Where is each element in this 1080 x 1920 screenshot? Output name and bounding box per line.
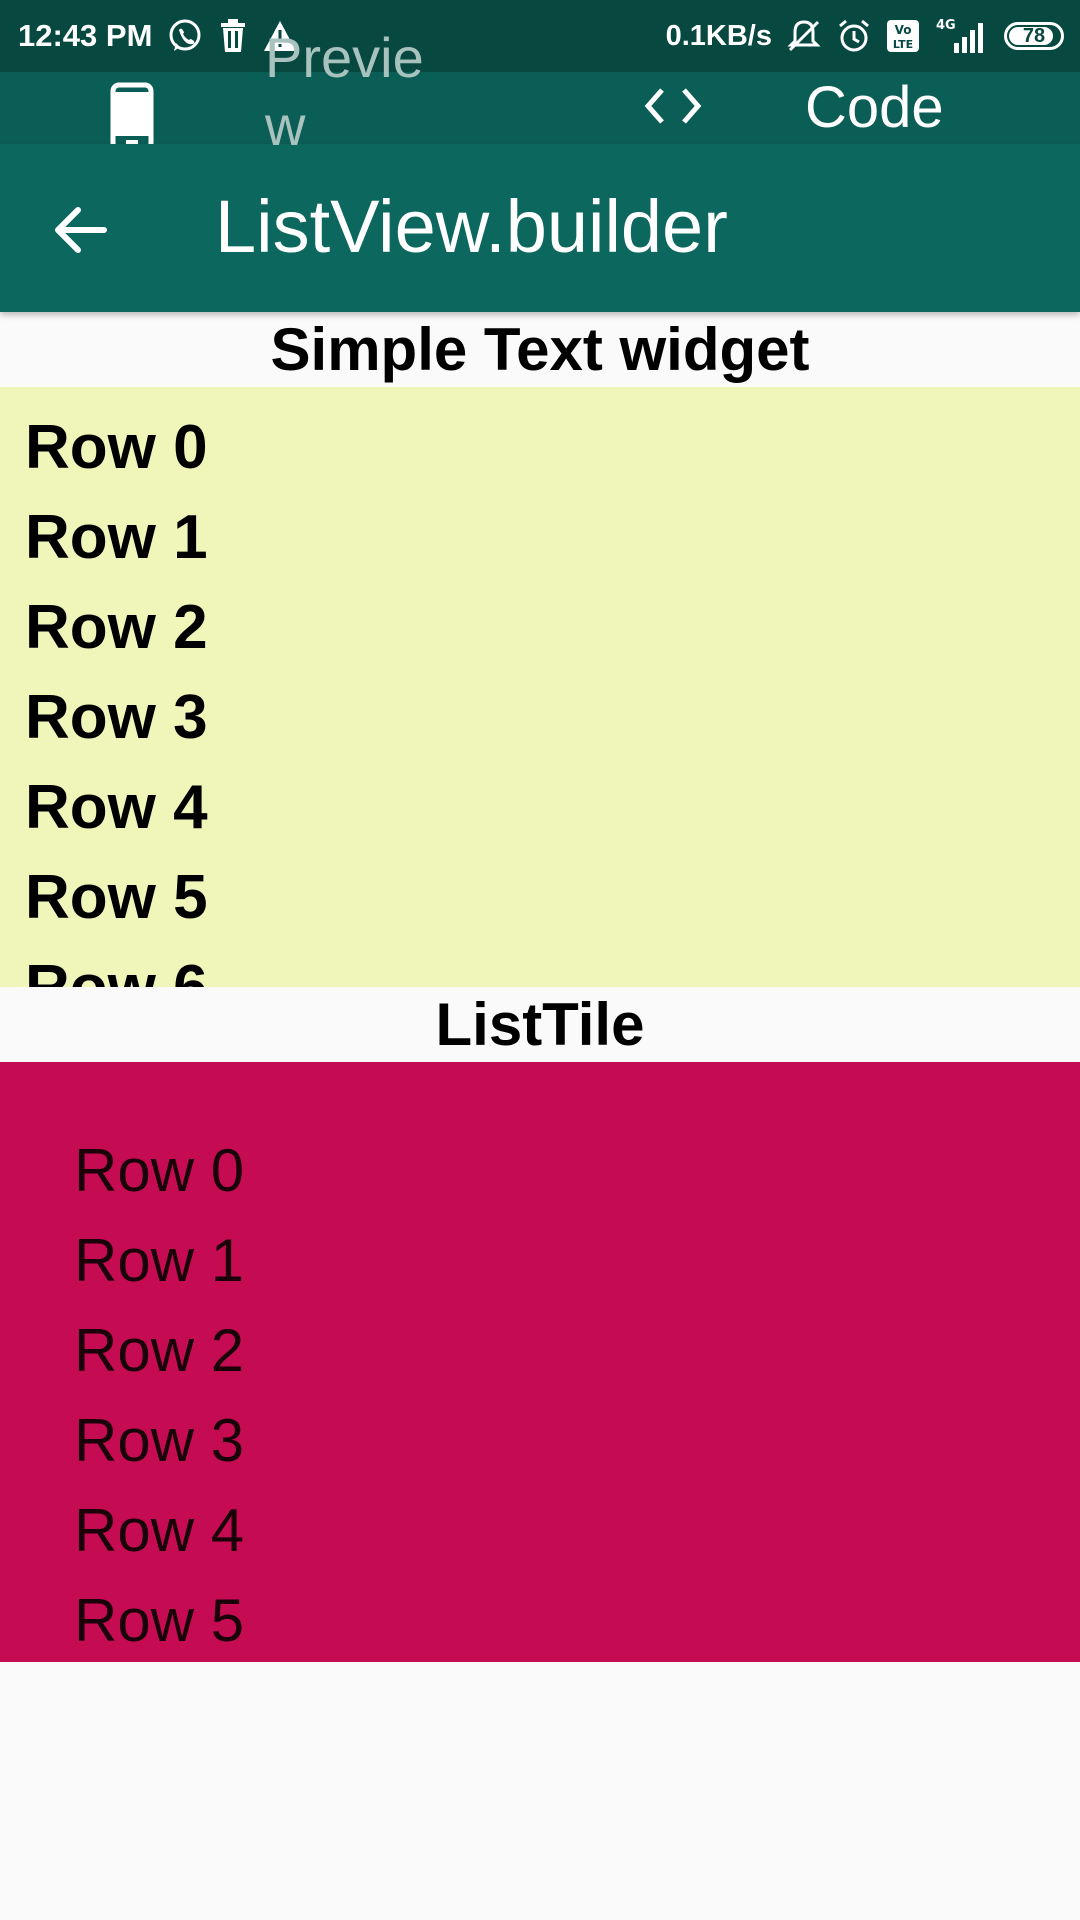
volte-icon: Vo LTE	[886, 19, 920, 53]
listtile-list[interactable]: Row 0 Row 1 Row 2 Row 3 Row 4 Row 5	[0, 1062, 1080, 1662]
list-item: Row 6	[25, 953, 208, 987]
whatsapp-icon	[166, 17, 204, 55]
list-tile[interactable]: Row 2	[74, 1316, 244, 1386]
simple-text-list[interactable]: Row 0 Row 1 Row 2 Row 3 Row 4 Row 5 Row …	[0, 387, 1080, 987]
list-tile[interactable]: Row 0	[74, 1136, 244, 1206]
trash-icon	[218, 18, 248, 54]
list-tile[interactable]: Row 4	[74, 1496, 244, 1566]
svg-text:Vo: Vo	[895, 23, 912, 37]
battery-icon: 78	[1004, 22, 1064, 50]
section-title-simple: Simple Text widget	[270, 316, 810, 383]
app-bar: ListView.builder	[0, 144, 1080, 312]
list-tile[interactable]: Row 3	[74, 1406, 244, 1476]
list-item: Row 0	[25, 413, 208, 482]
list-item: Row 5	[25, 863, 208, 932]
section-title-listtile: ListTile	[435, 991, 645, 1058]
list-item: Row 4	[25, 773, 208, 842]
list-item: Row 1	[25, 503, 208, 572]
code-brackets-icon[interactable]	[642, 84, 704, 132]
alarm-icon	[836, 18, 872, 54]
status-time: 12:43 PM	[18, 18, 153, 53]
list-item: Row 3	[25, 683, 208, 752]
list-tile[interactable]: Row 1	[74, 1226, 244, 1296]
svg-text:4G: 4G	[936, 18, 956, 33]
battery-level: 78	[1022, 25, 1046, 47]
list-tile[interactable]: Row 5	[74, 1586, 244, 1656]
bell-off-icon	[786, 18, 822, 54]
signal-icon: 4G	[934, 17, 990, 55]
list-item: Row 2	[25, 593, 208, 662]
tab-code[interactable]: Code	[805, 78, 944, 138]
svg-text:LTE: LTE	[893, 38, 913, 51]
page-title: ListView.builder	[215, 185, 728, 268]
network-speed: 0.1KB/s	[665, 19, 772, 52]
tab-preview[interactable]: Preview	[265, 24, 455, 160]
arrow-back-icon[interactable]	[50, 200, 110, 260]
status-bar: 12:43 PM 0.1KB/s Vo LTE 4G 78	[0, 0, 1080, 72]
tab-bar: Preview Code	[0, 26, 1080, 157]
